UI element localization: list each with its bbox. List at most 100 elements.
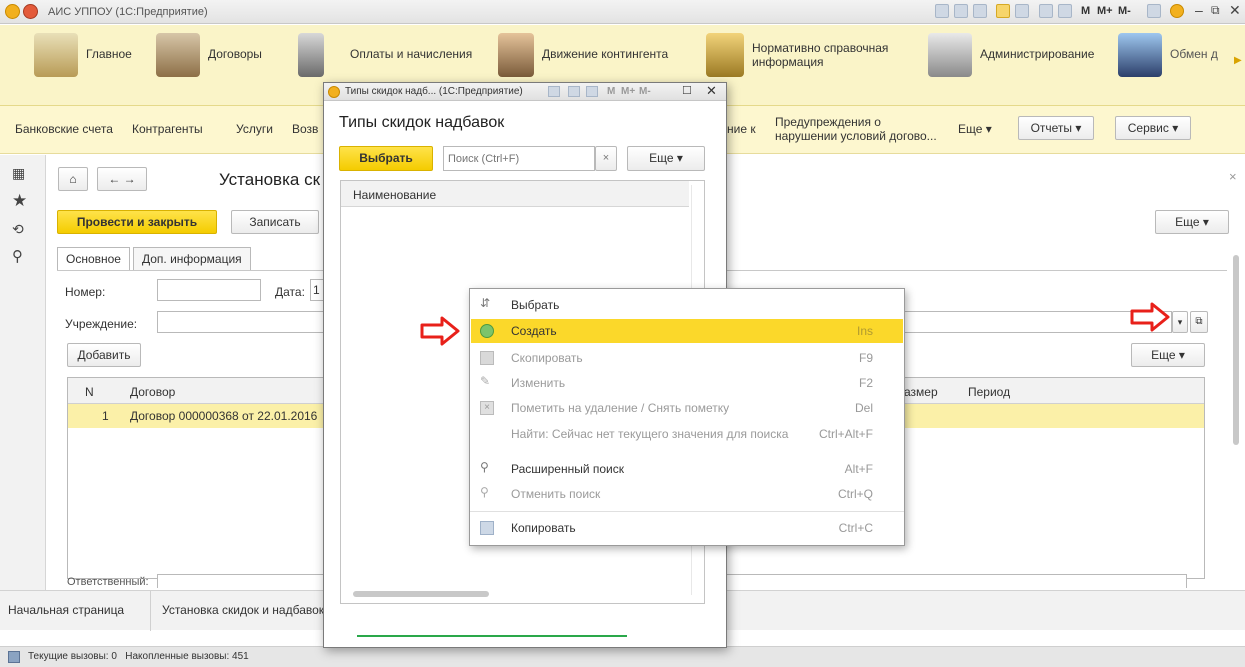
menu-item-find[interactable]: Найти: Сейчас нет текущего значения для … bbox=[471, 422, 903, 446]
dialog-calendar-icon[interactable] bbox=[586, 86, 598, 97]
memory-m-button[interactable]: M bbox=[1081, 5, 1090, 17]
menu-item-copy[interactable]: Копировать Ctrl+C bbox=[471, 516, 903, 540]
dialog-doc-icon[interactable] bbox=[548, 86, 560, 97]
menu-separator bbox=[470, 511, 904, 512]
document-icon[interactable] bbox=[1015, 4, 1029, 18]
responsible-label: Ответственный: bbox=[67, 576, 149, 588]
section-main[interactable]: Главное bbox=[34, 33, 132, 93]
reports-button[interactable]: Отчеты ▾ bbox=[1018, 116, 1094, 140]
row-contract: Договор 000000368 от 22.01.2016 bbox=[130, 409, 318, 423]
favorites-icon[interactable]: ★ bbox=[12, 191, 27, 211]
dialog-mem-minus[interactable]: M- bbox=[639, 86, 651, 97]
open-form-tab[interactable]: Установка скидок и надбавок bbox=[162, 603, 324, 617]
print-icon[interactable] bbox=[954, 4, 968, 18]
dialog-mem-plus[interactable]: M+ bbox=[621, 86, 635, 97]
dialog-more-button[interactable]: Еще ▾ bbox=[627, 146, 705, 171]
post-and-close-button[interactable]: Провести и закрыть bbox=[57, 210, 217, 234]
col-size[interactable]: азмер bbox=[904, 385, 938, 399]
cmd-services[interactable]: Услуги bbox=[236, 122, 273, 136]
performance-icon[interactable] bbox=[8, 651, 20, 663]
exchange-icon bbox=[1118, 33, 1162, 77]
dialog-select-button[interactable]: Выбрать bbox=[339, 146, 433, 171]
form-title: Установка ск bbox=[219, 170, 321, 189]
dialog-maximize-icon[interactable]: ☐ bbox=[682, 84, 692, 97]
favorites-star-icon[interactable] bbox=[996, 4, 1010, 18]
cmd-counterparties[interactable]: Контрагенты bbox=[132, 122, 203, 136]
institution-label: Учреждение: bbox=[65, 317, 138, 331]
minimize-icon[interactable]: – bbox=[1195, 2, 1203, 18]
cmd-hidden-partial[interactable]: ние к bbox=[727, 122, 756, 136]
dialog-search-input[interactable] bbox=[443, 146, 595, 171]
menu-item-copy-item[interactable]: Скопировать F9 bbox=[471, 346, 903, 370]
restore-icon[interactable]: ⧉ bbox=[1211, 3, 1220, 18]
section-contracts[interactable]: Договоры bbox=[156, 33, 262, 93]
sections-scroll-right-icon[interactable]: ▶ bbox=[1234, 55, 1242, 66]
form-more-button[interactable]: Еще ▾ bbox=[1155, 210, 1229, 234]
dialog-logo-icon bbox=[328, 86, 340, 98]
institution-dropdown-icon[interactable]: ▾ bbox=[1172, 311, 1188, 333]
search-icon[interactable]: ⚲ bbox=[12, 247, 23, 265]
form-close-icon[interactable]: × bbox=[1229, 169, 1237, 184]
start-page-tab[interactable]: Начальная страница bbox=[8, 603, 124, 617]
window-mode-icon[interactable] bbox=[1147, 4, 1161, 18]
red-arrow-create-icon bbox=[420, 316, 460, 346]
history-icon[interactable] bbox=[935, 4, 949, 18]
col-period[interactable]: Период bbox=[968, 385, 1010, 399]
dialog-titlebar: Типы скидок надб... (1С:Предприятие) M M… bbox=[324, 83, 726, 101]
section-reference[interactable]: Нормативно справочная информация bbox=[706, 33, 902, 93]
nav-back-forward[interactable]: ← → bbox=[97, 167, 147, 191]
tab-extra-info[interactable]: Доп. информация bbox=[133, 247, 251, 271]
menu-item-select[interactable]: ⇵ Выбрать bbox=[471, 293, 903, 317]
menu-item-mark-delete[interactable]: × Пометить на удаление / Снять пометку D… bbox=[471, 396, 903, 420]
cmd-more[interactable]: Еще ▾ bbox=[958, 122, 992, 136]
form-scrollbar[interactable] bbox=[1233, 255, 1239, 445]
menu-item-cancel-search[interactable]: ⚲ Отменить поиск Ctrl+Q bbox=[471, 482, 903, 506]
dialog-window-title: Типы скидок надб... (1С:Предприятие) bbox=[345, 86, 523, 97]
home-button[interactable]: ⌂ bbox=[58, 167, 88, 191]
memory-plus-button[interactable]: M+ bbox=[1097, 5, 1113, 17]
col-contract[interactable]: Договор bbox=[130, 385, 175, 399]
history-panel-icon[interactable]: ⟲ bbox=[12, 221, 24, 238]
add-row-button[interactable]: Добавить bbox=[67, 343, 141, 367]
window-title: АИС УППОУ (1С:Предприятие) bbox=[48, 6, 208, 18]
tab-main[interactable]: Основное bbox=[57, 247, 130, 271]
col-n[interactable]: N bbox=[85, 385, 94, 399]
col-name[interactable]: Наименование bbox=[353, 188, 436, 202]
close-icon[interactable]: ✕ bbox=[1229, 2, 1241, 19]
calculator-icon[interactable] bbox=[1039, 4, 1053, 18]
institution-field[interactable] bbox=[157, 311, 327, 333]
institution-open-icon[interactable]: ⧉ bbox=[1190, 311, 1208, 333]
date-field[interactable]: 1 bbox=[310, 279, 324, 301]
dialog-heading: Типы скидок надбавок bbox=[339, 114, 505, 131]
menu-item-edit[interactable]: ✎ Изменить F2 bbox=[471, 371, 903, 395]
apps-grid-icon[interactable]: ▦ bbox=[12, 165, 25, 182]
cmd-warnings[interactable]: Предупреждения о нарушении условий догов… bbox=[775, 115, 945, 143]
list-hscroll-thumb[interactable] bbox=[353, 591, 489, 597]
info-icon[interactable] bbox=[1170, 4, 1184, 18]
service-button[interactable]: Сервис ▾ bbox=[1115, 116, 1191, 140]
dialog-mem-m[interactable]: M bbox=[607, 86, 615, 97]
left-toolbar: ▦ ★ ⟲ ⚲ bbox=[0, 155, 46, 590]
create-icon bbox=[480, 324, 494, 338]
books-icon bbox=[706, 33, 744, 77]
app-logo-icon[interactable] bbox=[5, 4, 20, 19]
pencil-icon: ✎ bbox=[480, 374, 491, 388]
cmd-bank-accounts[interactable]: Банковские счета bbox=[15, 122, 113, 136]
section-admin[interactable]: Администрирование bbox=[928, 33, 1094, 93]
memory-minus-button[interactable]: M- bbox=[1118, 5, 1131, 17]
dialog-close-icon[interactable]: ✕ bbox=[706, 83, 717, 99]
dialog-calc-icon[interactable] bbox=[568, 86, 580, 97]
cmd-returns[interactable]: Возв bbox=[292, 122, 318, 136]
table-more-button[interactable]: Еще ▾ bbox=[1131, 343, 1205, 367]
app-menu-icon[interactable] bbox=[23, 4, 38, 19]
delete-mark-icon: × bbox=[480, 401, 494, 415]
number-field[interactable] bbox=[157, 279, 261, 301]
calendar-icon[interactable] bbox=[1058, 4, 1072, 18]
menu-item-advanced-search[interactable]: ⚲ Расширенный поиск Alt+F bbox=[471, 457, 903, 481]
status-text: Текущие вызовы: 0 Накопленные вызовы: 45… bbox=[28, 651, 249, 662]
save-button[interactable]: Записать bbox=[231, 210, 319, 234]
links-icon[interactable] bbox=[973, 4, 987, 18]
section-exchange[interactable]: Обмен д bbox=[1118, 33, 1218, 93]
search-clear-icon[interactable]: × bbox=[595, 146, 617, 171]
menu-item-create[interactable]: Создать Ins bbox=[471, 319, 903, 343]
